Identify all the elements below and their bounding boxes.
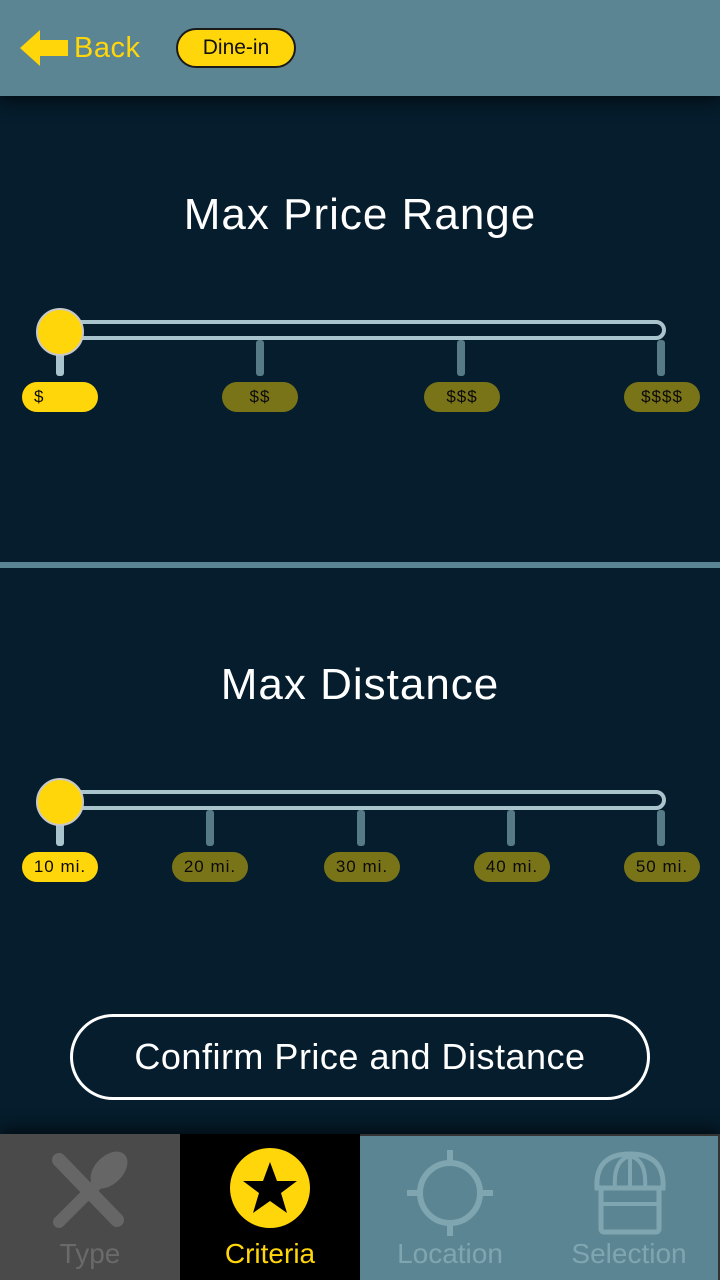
price-option-4[interactable]: $$$$ (624, 382, 700, 412)
nav-tab-criteria[interactable]: Criteria (180, 1134, 360, 1280)
arrow-left-icon (20, 30, 68, 66)
distance-option-30[interactable]: 30 mi. (324, 852, 400, 882)
price-slider-thumb[interactable] (36, 308, 84, 356)
storefront-icon (594, 1151, 666, 1235)
price-slider[interactable]: $ $$ $$$ $$$$ (0, 300, 720, 420)
distance-slider-thumb[interactable] (36, 778, 84, 826)
header-bar: Back Dine-in (0, 0, 720, 96)
nav-label-location: Location (397, 1238, 503, 1269)
nav-label-selection: Selection (571, 1238, 687, 1269)
utensils-icon (52, 1151, 128, 1228)
crosshair-icon (407, 1150, 493, 1236)
price-option-1[interactable]: $ (22, 382, 98, 412)
back-button[interactable]: Back (20, 28, 140, 68)
distance-option-10[interactable]: 10 mi. (22, 852, 98, 882)
price-section-title: Max Price Range (183, 190, 537, 239)
nav-label-criteria: Criteria (224, 1238, 316, 1269)
distance-option-40[interactable]: 40 mi. (474, 852, 550, 882)
distance-option-20[interactable]: 20 mi. (172, 852, 248, 882)
back-label: Back (74, 31, 141, 64)
nav-tab-selection[interactable]: Selection (540, 1134, 720, 1280)
nav-tab-location[interactable]: Location (360, 1134, 540, 1280)
nav-label-type: Type (59, 1238, 121, 1269)
price-slider-track (56, 320, 666, 376)
section-divider (0, 562, 720, 568)
price-option-2[interactable]: $$ (222, 382, 298, 412)
distance-option-50[interactable]: 50 mi. (624, 852, 700, 882)
nav-tab-type[interactable]: Type (0, 1134, 180, 1280)
star-icon (230, 1148, 310, 1228)
mode-tag: Dine-in (176, 28, 296, 68)
distance-slider[interactable]: 10 mi. 20 mi. 30 mi. 40 mi. 50 mi. (0, 770, 720, 890)
price-option-3[interactable]: $$$ (424, 382, 500, 412)
confirm-button[interactable]: Confirm Price and Distance (70, 1014, 650, 1100)
bottom-nav: Type Criteria Location Selection (0, 1134, 720, 1280)
distance-section-title: Max Distance (220, 660, 500, 709)
